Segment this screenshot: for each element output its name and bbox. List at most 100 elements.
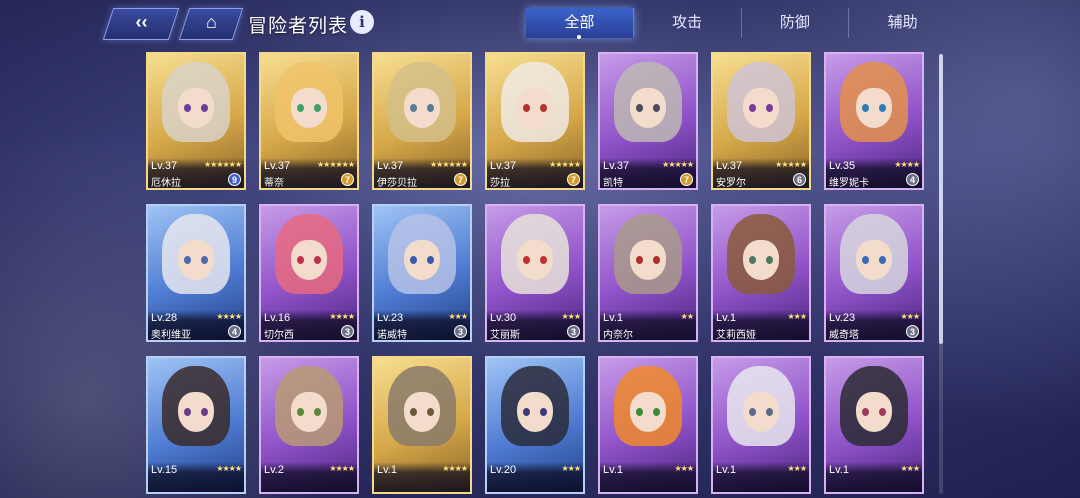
card-name: 伊莎贝拉	[377, 178, 417, 189]
adventurer-card[interactable]: Lv.1 ★★★	[598, 356, 698, 494]
adventurer-card[interactable]: Lv.20 ★★★	[485, 356, 585, 494]
adventurer-card[interactable]: Lv.28 ★★★★ 奥利维亚 4	[146, 204, 246, 342]
star-rating-icon: ★★★	[900, 312, 919, 321]
portrait-eye	[749, 408, 756, 416]
page-title: 冒险者列表	[248, 16, 349, 37]
card-name: 艾莉西娅	[716, 330, 756, 341]
home-icon: ⌂	[206, 12, 217, 32]
adventurer-card[interactable]: Lv.30 ★★★ 艾丽斯 3	[485, 204, 585, 342]
rank-badge: 7	[454, 173, 467, 186]
adventurer-card[interactable]: Lv.23 ★★★ 诺威特 3	[372, 204, 472, 342]
portrait-eye	[523, 408, 530, 416]
portrait-eye	[636, 256, 643, 264]
adventurer-card[interactable]: Lv.37 ★★★★★★ 伊莎贝拉 7	[372, 52, 472, 190]
rank-badge: 6	[793, 173, 806, 186]
adventurer-card[interactable]: Lv.2 ★★★★	[259, 356, 359, 494]
adventurer-card[interactable]: Lv.37 ★★★★★ 莎拉 7	[485, 52, 585, 190]
rank-badge: 4	[228, 325, 241, 338]
adventurer-portrait	[261, 358, 357, 466]
portrait-eye	[201, 256, 208, 264]
portrait-eye	[766, 408, 773, 416]
star-rating-icon: ★★★★	[216, 312, 242, 321]
star-rating-icon: ★★★★	[894, 160, 920, 169]
card-info-strip: Lv.1 ★★ 内奈尔	[600, 310, 696, 340]
scrollbar[interactable]	[939, 54, 943, 494]
adventurer-portrait	[261, 206, 357, 314]
scrollbar-thumb[interactable]	[939, 54, 943, 344]
card-level: Lv.37	[490, 160, 517, 172]
adventurer-portrait	[374, 206, 470, 314]
star-rating-icon: ★★★★★★	[429, 160, 468, 169]
adventurer-card[interactable]: Lv.16 ★★★★ 切尔西 3	[259, 204, 359, 342]
star-rating-icon: ★★★	[561, 464, 580, 473]
rank-badge: 3	[341, 325, 354, 338]
card-level: Lv.1	[603, 312, 623, 324]
adventurer-card[interactable]: Lv.37 ★★★★★★ 厄休拉 9	[146, 52, 246, 190]
star-rating-icon: ★★★★★	[549, 160, 581, 169]
adventurer-card[interactable]: Lv.23 ★★★ 威奇塔 3	[824, 204, 924, 342]
tab-defense[interactable]: 防御	[742, 8, 850, 38]
card-info-strip: Lv.37 ★★★★★★ 伊莎贝拉 7	[374, 158, 470, 188]
card-level: Lv.23	[829, 312, 856, 324]
card-level: Lv.37	[377, 160, 404, 172]
card-level: Lv.35	[829, 160, 856, 172]
portrait-eye	[184, 408, 191, 416]
card-name: 安罗尔	[716, 178, 746, 189]
top-bar: ‹‹ ⌂ 冒险者列表 i 全部 攻击 防御 辅助	[0, 0, 1080, 46]
tab-attack[interactable]: 攻击	[634, 8, 742, 38]
adventurer-portrait	[713, 358, 809, 466]
tab-all[interactable]: 全部	[526, 8, 634, 39]
star-rating-icon: ★★★★★★	[203, 160, 242, 169]
card-info-strip: Lv.1 ★★★★	[374, 462, 470, 492]
portrait-eye	[766, 256, 773, 264]
portrait-eye	[314, 104, 321, 112]
card-info-strip: Lv.2 ★★★★	[261, 462, 357, 492]
portrait-eye	[523, 104, 530, 112]
adventurer-portrait	[600, 54, 696, 162]
card-level: Lv.1	[716, 312, 736, 324]
info-button[interactable]: i	[350, 10, 374, 34]
card-info-strip: Lv.35 ★★★★ 维罗妮卡 4	[826, 158, 922, 188]
card-level: Lv.30	[490, 312, 517, 324]
adventurer-portrait	[713, 206, 809, 314]
adventurer-card[interactable]: Lv.1 ★★ 内奈尔	[598, 204, 698, 342]
portrait-eye	[653, 104, 660, 112]
portrait-eye	[879, 256, 886, 264]
adventurer-card[interactable]: Lv.35 ★★★★ 维罗妮卡 4	[824, 52, 924, 190]
star-rating-icon: ★★★★	[442, 464, 468, 473]
star-rating-icon: ★★★	[787, 464, 806, 473]
adventurer-card[interactable]: Lv.1 ★★★ 艾莉西娅	[711, 204, 811, 342]
back-button[interactable]: ‹‹	[102, 8, 180, 40]
adventurer-portrait	[374, 358, 470, 466]
card-name: 切尔西	[264, 330, 294, 341]
rank-badge: 3	[454, 325, 467, 338]
home-button[interactable]: ⌂	[178, 8, 244, 40]
portrait-eye	[879, 408, 886, 416]
adventurer-grid: Lv.37 ★★★★★★ 厄休拉 9 Lv.37 ★★★★★★ 蒂奈 7 Lv.…	[146, 52, 932, 494]
portrait-eye	[766, 104, 773, 112]
card-info-strip: Lv.30 ★★★ 艾丽斯 3	[487, 310, 583, 340]
portrait-eye	[653, 408, 660, 416]
adventurer-card[interactable]: Lv.1 ★★★★	[372, 356, 472, 494]
adventurer-card[interactable]: Lv.15 ★★★★	[146, 356, 246, 494]
rank-badge: 9	[228, 173, 241, 186]
card-info-strip: Lv.28 ★★★★ 奥利维亚 4	[148, 310, 244, 340]
adventurer-card[interactable]: Lv.1 ★★★	[711, 356, 811, 494]
filter-tabs: 全部 攻击 防御 辅助	[526, 8, 956, 39]
tab-support[interactable]: 辅助	[849, 8, 956, 38]
star-rating-icon: ★★	[680, 312, 694, 321]
card-name: 诺威特	[377, 330, 407, 341]
rank-badge: 7	[567, 173, 580, 186]
star-rating-icon: ★★★★	[216, 464, 242, 473]
rank-badge: 3	[567, 325, 580, 338]
adventurer-card[interactable]: Lv.37 ★★★★★ 安罗尔 6	[711, 52, 811, 190]
adventurer-card[interactable]: Lv.37 ★★★★★★ 蒂奈 7	[259, 52, 359, 190]
portrait-eye	[862, 104, 869, 112]
portrait-eye	[427, 256, 434, 264]
adventurer-card[interactable]: Lv.1 ★★★	[824, 356, 924, 494]
card-info-strip: Lv.1 ★★★	[600, 462, 696, 492]
card-info-strip: Lv.16 ★★★★ 切尔西 3	[261, 310, 357, 340]
adventurer-portrait	[487, 358, 583, 466]
adventurer-card[interactable]: Lv.37 ★★★★★ 凯特 7	[598, 52, 698, 190]
card-info-strip: Lv.23 ★★★ 诺威特 3	[374, 310, 470, 340]
